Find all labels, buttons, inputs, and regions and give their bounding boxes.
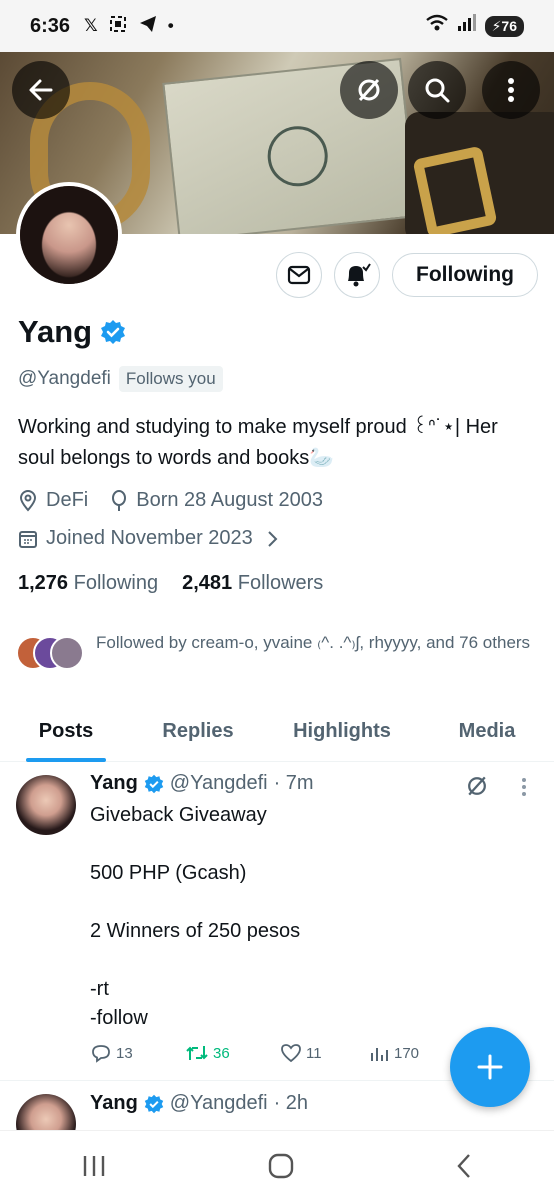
profile-tabs: Posts Replies Highlights Media xyxy=(0,700,554,762)
tweet-author-name[interactable]: Yang xyxy=(90,1092,138,1115)
status-time: 6:36 xyxy=(30,14,71,37)
profile-category: DeFi xyxy=(46,489,89,511)
bell-check-icon xyxy=(348,263,371,287)
grok-icon[interactable] xyxy=(464,773,490,799)
tab-label: Highlights xyxy=(293,719,391,742)
tweet-time: · 2h xyxy=(273,1092,309,1114)
followed-by-avatars xyxy=(16,636,86,672)
home-icon[interactable] xyxy=(268,1153,294,1179)
more-options-button[interactable] xyxy=(482,61,540,119)
location-pin-icon xyxy=(19,489,37,512)
handle-row: @Yangdefi Follows you xyxy=(18,366,223,392)
grok-button[interactable] xyxy=(340,61,398,119)
profile-joined: Joined November 2023 xyxy=(46,527,253,549)
views-count: 170 xyxy=(394,1044,420,1062)
mail-icon xyxy=(287,265,311,285)
views-chart-icon xyxy=(371,1048,388,1061)
calendar-icon xyxy=(19,530,37,548)
chevron-right-icon xyxy=(268,530,278,547)
verified-badge-icon[interactable] xyxy=(100,319,126,345)
following-count-link[interactable]: 1,276 Following xyxy=(18,572,158,595)
x-logo-icon: 𝕏 xyxy=(84,16,98,35)
battery-level: 76 xyxy=(501,17,517,34)
followers-label: Followers xyxy=(237,572,324,594)
follower-avatar xyxy=(50,636,84,670)
profile-name-row: Yang xyxy=(18,314,126,350)
banner-seal xyxy=(264,123,331,190)
follow-counts: 1,276 Following 2,481 Followers xyxy=(18,572,323,595)
status-bar: 6:36 𝕏 • ⚡76 xyxy=(0,0,554,52)
followers-count: 2,481 xyxy=(182,572,233,594)
tab-replies[interactable]: Replies xyxy=(132,700,264,762)
tweet-author-handle[interactable]: @Yangdefi xyxy=(170,1092,268,1115)
reply-icon xyxy=(92,1045,110,1063)
system-nav-bar xyxy=(0,1130,554,1200)
profile-birthday: Born 28 August 2003 xyxy=(136,489,324,511)
message-button[interactable] xyxy=(276,252,322,298)
profile-name: Yang xyxy=(18,314,93,349)
verified-badge-icon xyxy=(144,774,164,793)
tab-posts[interactable]: Posts xyxy=(0,700,132,762)
tweet-author-handle[interactable]: @Yangdefi xyxy=(170,772,268,795)
profile-avatar[interactable] xyxy=(16,182,122,288)
profile-bio: Working and studying to make myself prou… xyxy=(18,416,498,469)
following-label: Following xyxy=(73,572,159,594)
birthday-balloon-icon xyxy=(112,489,127,511)
category-row: DeFi Born 28 August 2003 xyxy=(18,489,323,512)
tweet-time: · 7m xyxy=(273,772,314,794)
followers-count-link[interactable]: 2,481 Followers xyxy=(182,572,323,595)
verified-badge-icon xyxy=(144,1094,164,1113)
search-icon xyxy=(425,78,450,103)
notifications-button[interactable] xyxy=(334,252,380,298)
follows-you-badge: Follows you xyxy=(118,366,223,392)
tweet-avatar[interactable] xyxy=(16,775,76,835)
dot-icon: • xyxy=(167,16,174,35)
followed-by-row[interactable]: Followed by cream-o, yvaine ₍^. .^₎ʃ, rh… xyxy=(16,630,546,672)
tab-highlights[interactable]: Highlights xyxy=(264,700,420,762)
screenshot-icon xyxy=(108,14,128,39)
back-icon[interactable] xyxy=(455,1153,473,1179)
tab-label: Replies xyxy=(162,719,234,742)
signal-icon xyxy=(457,14,477,38)
heart-icon xyxy=(281,1044,301,1063)
retweet-count: 36 xyxy=(213,1044,230,1062)
retweet-icon xyxy=(186,1046,208,1060)
following-count: 1,276 xyxy=(18,572,69,594)
wifi-icon xyxy=(425,13,449,39)
reply-button[interactable]: 13 xyxy=(90,1043,185,1063)
more-vertical-icon xyxy=(508,78,514,102)
profile-handle: @Yangdefi xyxy=(18,368,111,389)
tweet-header: Yang @Yangdefi · 2h xyxy=(90,1092,308,1115)
followed-by-text: Followed by cream-o, yvaine ₍^. .^₎ʃ, rh… xyxy=(96,633,531,652)
following-button[interactable]: Following xyxy=(392,253,538,297)
plus-icon xyxy=(477,1054,503,1080)
views-button[interactable]: 170 xyxy=(370,1043,419,1063)
search-button[interactable] xyxy=(408,61,466,119)
tweet-actions: 13 36 11 170 xyxy=(90,1043,430,1063)
reply-count: 13 xyxy=(116,1044,133,1062)
tweet-author-name[interactable]: Yang xyxy=(90,772,138,795)
like-button[interactable]: 11 xyxy=(280,1043,370,1063)
tab-media[interactable]: Media xyxy=(420,700,554,762)
retweet-button[interactable]: 36 xyxy=(185,1043,280,1063)
like-count: 11 xyxy=(306,1044,322,1062)
back-button[interactable] xyxy=(12,61,70,119)
joined-row[interactable]: Joined November 2023 xyxy=(18,527,279,550)
tab-label: Posts xyxy=(38,719,94,742)
telegram-icon xyxy=(138,14,158,39)
arrow-left-icon xyxy=(29,79,53,101)
recents-icon[interactable] xyxy=(81,1154,107,1178)
battery-indicator: ⚡76 xyxy=(484,15,524,37)
tweet-text: Giveback Giveaway 500 PHP (Gcash) 2 Winn… xyxy=(90,804,301,1029)
tab-label: Media xyxy=(458,719,516,742)
tweet-header: Yang @Yangdefi · 7m xyxy=(90,772,314,795)
more-vertical-icon[interactable] xyxy=(520,777,528,797)
grok-icon xyxy=(358,78,380,102)
compose-button[interactable] xyxy=(450,1027,530,1107)
